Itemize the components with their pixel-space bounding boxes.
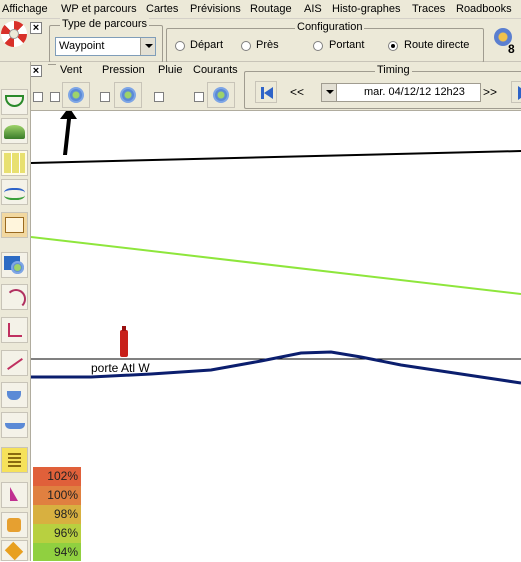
configuration-legend: Configuration bbox=[295, 21, 365, 33]
type-parcours-value: Waypoint bbox=[59, 40, 105, 52]
route-branch-icon[interactable] bbox=[1, 350, 28, 376]
radio-route-directe-label: Route directe bbox=[404, 39, 470, 51]
layer-pluie-label: Pluie bbox=[158, 64, 183, 76]
sail-icon[interactable] bbox=[1, 482, 28, 508]
route-curve-icon[interactable] bbox=[1, 284, 28, 310]
gear-icon bbox=[120, 87, 136, 103]
radio-depart-label: Départ bbox=[190, 39, 224, 51]
date-select[interactable]: mar. 04/12/12 12h23 bbox=[321, 83, 481, 102]
skip-start-arrow bbox=[264, 87, 273, 99]
black-route-line bbox=[31, 150, 521, 164]
waypoint-label: porte Atl W bbox=[91, 361, 150, 375]
type-parcours-select[interactable]: Waypoint bbox=[55, 37, 156, 56]
lifebuoy-icon[interactable] bbox=[1, 21, 27, 47]
green-route-line bbox=[31, 236, 521, 295]
scale-cell-100: 100% bbox=[33, 486, 81, 505]
boat-fleet-icon[interactable] bbox=[1, 412, 28, 438]
star-sail-icon[interactable] bbox=[1, 540, 28, 561]
gear-icon bbox=[11, 261, 24, 274]
layer-courants-label: Courants bbox=[193, 64, 238, 76]
sails-pair-icon[interactable] bbox=[1, 512, 28, 538]
first-step-button[interactable] bbox=[255, 81, 277, 103]
radio-portant-label: Portant bbox=[329, 39, 365, 51]
window-panel-icon[interactable] bbox=[1, 212, 28, 238]
mast-badge: 8 bbox=[508, 42, 515, 56]
vent-checkbox-1[interactable] bbox=[33, 92, 43, 102]
radio-pres[interactable] bbox=[241, 41, 251, 51]
gear-icon bbox=[213, 87, 229, 103]
mast-icon[interactable]: 8 bbox=[490, 26, 518, 56]
map-drawing bbox=[31, 111, 521, 385]
arrow-up-icon bbox=[60, 111, 77, 155]
type-parcours-group: Type de parcours Waypoint bbox=[49, 18, 163, 63]
play-button[interactable] bbox=[511, 81, 521, 103]
left-tool-sidebar bbox=[0, 62, 31, 561]
boat-route-icon[interactable] bbox=[1, 382, 28, 408]
vent-checkbox-2[interactable] bbox=[50, 92, 60, 102]
date-value: mar. 04/12/12 12h23 bbox=[364, 86, 465, 98]
menu-affichage[interactable]: Affichage bbox=[2, 3, 48, 15]
route-points-icon[interactable] bbox=[1, 317, 28, 343]
vent-settings-button[interactable] bbox=[62, 82, 90, 108]
layer-vent-label: Vent bbox=[60, 64, 83, 76]
menu-ais[interactable]: AIS bbox=[304, 3, 322, 15]
percentage-scale: 102% 100% 98% 96% 94% bbox=[33, 467, 81, 561]
map-canvas[interactable]: porte Atl W bbox=[31, 111, 521, 561]
layer-pression-label: Pression bbox=[102, 64, 145, 76]
courants-checkbox[interactable] bbox=[194, 92, 204, 102]
menu-bar: Affichage WP et parcours Cartes Prévisio… bbox=[0, 0, 521, 19]
radio-depart[interactable] bbox=[175, 41, 185, 51]
pression-settings-button[interactable] bbox=[114, 82, 142, 108]
menu-cartes[interactable]: Cartes bbox=[146, 3, 178, 15]
map-settings-icon[interactable] bbox=[1, 252, 28, 278]
wave-chart-icon[interactable] bbox=[1, 179, 28, 205]
vent-divider bbox=[48, 64, 56, 65]
radio-portant[interactable] bbox=[313, 41, 323, 51]
island-icon[interactable] bbox=[1, 118, 28, 144]
table-numbers-icon[interactable] bbox=[1, 150, 28, 176]
menu-traces[interactable]: Traces bbox=[412, 3, 445, 15]
scale-cell-98: 98% bbox=[33, 505, 81, 524]
close-toolbar2-button[interactable]: × bbox=[30, 65, 42, 77]
next-step-button[interactable]: >> bbox=[483, 85, 497, 99]
radio-route-directe[interactable] bbox=[388, 41, 398, 51]
scale-cell-96: 96% bbox=[33, 524, 81, 543]
menu-histo-graphes[interactable]: Histo-graphes bbox=[332, 3, 400, 15]
menu-roadbooks[interactable]: Roadbooks bbox=[456, 3, 512, 15]
timing-group: Timing << mar. 04/12/12 12h23 >> bbox=[244, 64, 521, 109]
menu-previsions[interactable]: Prévisions bbox=[190, 3, 241, 15]
close-toolbar1-button[interactable]: × bbox=[30, 22, 42, 34]
pluie-checkbox[interactable] bbox=[154, 92, 164, 102]
toolbar-meteo: × Vent Pression Pluie Courants Timing <<… bbox=[0, 62, 521, 111]
menu-routage[interactable]: Routage bbox=[250, 3, 292, 15]
chevron-down-icon[interactable] bbox=[140, 38, 155, 55]
configuration-group: Configuration Départ Près Portant Route … bbox=[166, 21, 484, 63]
buoy-top bbox=[122, 326, 126, 331]
prev-step-button[interactable]: << bbox=[290, 85, 304, 99]
timing-legend: Timing bbox=[375, 64, 412, 76]
pression-checkbox[interactable] bbox=[100, 92, 110, 102]
boat-outline-icon[interactable] bbox=[1, 89, 28, 115]
scale-cell-102: 102% bbox=[33, 467, 81, 486]
scale-cell-94: 94% bbox=[33, 543, 81, 561]
buoy-marker-icon[interactable] bbox=[120, 330, 128, 357]
radio-pres-label: Près bbox=[256, 39, 279, 51]
gear-icon bbox=[68, 87, 84, 103]
menu-wp-parcours[interactable]: WP et parcours bbox=[61, 3, 137, 15]
courants-settings-button[interactable] bbox=[207, 82, 235, 108]
type-parcours-legend: Type de parcours bbox=[60, 18, 149, 30]
toolbar-parcours: × Type de parcours Waypoint Configuratio… bbox=[0, 18, 521, 63]
notes-icon[interactable] bbox=[1, 447, 28, 473]
chevron-down-icon[interactable] bbox=[322, 84, 337, 101]
